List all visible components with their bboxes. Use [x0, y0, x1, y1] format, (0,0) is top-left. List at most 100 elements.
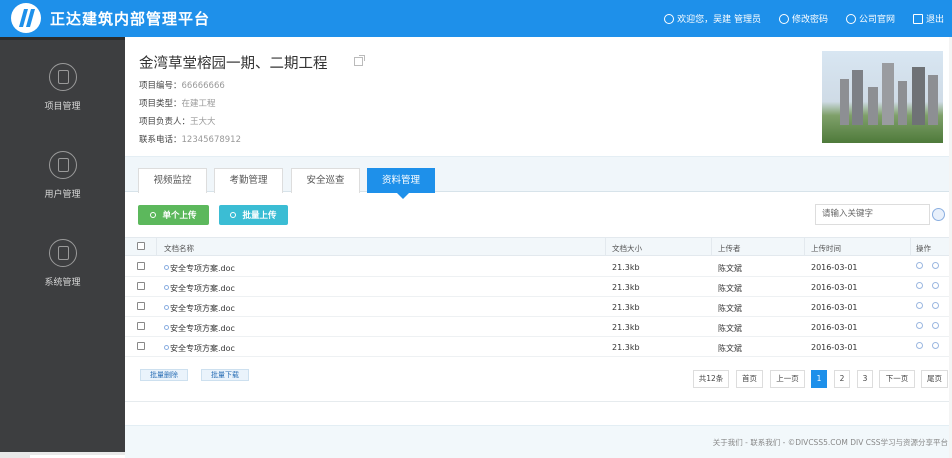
download-icon[interactable] — [916, 342, 923, 349]
project-number: 项目编号：66666666 — [139, 79, 225, 91]
batch-delete-button[interactable]: 批量删除 — [140, 369, 188, 381]
uploader-cell: 陈文斌 — [718, 344, 742, 353]
row-checkbox[interactable] — [137, 282, 145, 290]
delete-icon[interactable] — [932, 282, 939, 289]
logout-label: 退出 — [925, 15, 944, 25]
file-size-cell: 21.3kb — [612, 283, 640, 292]
table-header: 文档名称 文档大小 上传者 上传时间 操作 — [125, 237, 952, 256]
row-checkbox[interactable] — [137, 302, 145, 310]
user-icon — [48, 151, 77, 179]
select-all-checkbox[interactable] — [137, 242, 145, 250]
upload-time-cell: 2016-03-01 — [811, 323, 858, 332]
page-3-button[interactable]: 3 — [857, 370, 873, 388]
next-page-button[interactable]: 下一页 — [879, 370, 915, 388]
upload-time-cell: 2016-03-01 — [811, 263, 858, 272]
change-password-label: 修改密码 — [791, 15, 828, 25]
uploader-cell: 陈文斌 — [718, 284, 742, 293]
sidebar-item-label: 系统管理 — [44, 278, 81, 288]
batch-download-button[interactable]: 批量下载 — [201, 369, 249, 381]
row-checkbox[interactable] — [137, 342, 145, 350]
row-checkbox[interactable] — [137, 262, 145, 270]
download-icon[interactable] — [916, 282, 923, 289]
external-link-icon[interactable] — [354, 55, 365, 66]
sidebar-item-user-management[interactable]: 用户管理 — [0, 151, 125, 200]
last-page-button[interactable]: 尾页 — [921, 370, 948, 388]
user-greeting[interactable]: 欢迎您，吴建 管理员 — [664, 12, 761, 25]
column-divider — [910, 237, 911, 256]
header-name: 文档名称 — [164, 244, 194, 253]
file-icon — [164, 265, 169, 270]
first-page-button[interactable]: 首页 — [736, 370, 763, 388]
upload-icon — [230, 212, 237, 218]
field-label: 项目负责人： — [139, 117, 191, 127]
file-name-cell[interactable]: 安全专项方案.doc — [164, 343, 235, 354]
page-1-button[interactable]: 1 — [811, 370, 827, 388]
tab-bar: 视频监控 考勤管理 安全巡查 资料管理 — [125, 156, 952, 199]
uploader-cell: 陈文斌 — [718, 324, 742, 333]
file-name-cell[interactable]: 安全专项方案.doc — [164, 323, 235, 334]
row-checkbox[interactable] — [137, 322, 145, 330]
tab-attendance[interactable]: 考勤管理 — [214, 168, 283, 193]
table-row[interactable]: 安全专项方案.doc 21.3kb 陈文斌 2016-03-01 — [125, 337, 952, 357]
sidebar-item-project-management[interactable]: 项目管理 — [0, 63, 125, 112]
file-name-cell[interactable]: 安全专项方案.doc — [164, 303, 235, 314]
file-icon — [164, 305, 169, 310]
tab-safety-patrol[interactable]: 安全巡查 — [291, 168, 360, 193]
column-divider — [711, 237, 712, 256]
file-icon — [164, 345, 169, 350]
logout-link[interactable]: 退出 — [912, 12, 944, 25]
file-size-cell: 21.3kb — [612, 323, 640, 332]
delete-icon[interactable] — [932, 302, 939, 309]
single-upload-button[interactable]: 单个上传 — [138, 205, 209, 225]
tab-document-management[interactable]: 资料管理 — [367, 168, 435, 199]
sidebar-item-system-management[interactable]: 系统管理 — [0, 239, 125, 288]
divider — [125, 401, 952, 402]
project-type: 项目类型：在建工程 — [139, 97, 216, 109]
delete-icon[interactable] — [932, 262, 939, 269]
file-icon — [164, 285, 169, 290]
search-icon[interactable] — [930, 205, 946, 224]
change-password-link[interactable]: 修改密码 — [778, 12, 828, 25]
field-value: 12345678912 — [181, 135, 242, 145]
uploader-cell: 陈文斌 — [718, 304, 742, 313]
official-site-link[interactable]: 公司官网 — [845, 12, 895, 25]
page-2-button[interactable]: 2 — [834, 370, 850, 388]
upload-time-cell: 2016-03-01 — [811, 343, 858, 352]
table-row[interactable]: 安全专项方案.doc 21.3kb 陈文斌 2016-03-01 — [125, 297, 952, 317]
batch-upload-button[interactable]: 批量上传 — [219, 205, 288, 225]
download-icon[interactable] — [916, 322, 923, 329]
download-icon[interactable] — [916, 262, 923, 269]
search-input[interactable]: 请输入关键字 — [815, 204, 930, 225]
prev-page-button[interactable]: 上一页 — [770, 370, 805, 388]
upload-time-cell: 2016-03-01 — [811, 303, 858, 312]
file-name-cell[interactable]: 安全专项方案.doc — [164, 283, 235, 294]
delete-icon[interactable] — [932, 322, 939, 329]
top-links: 欢迎您，吴建 管理员 修改密码 公司官网 退出 — [664, 0, 944, 37]
logout-icon — [912, 13, 923, 24]
field-label: 联系电话： — [139, 135, 182, 145]
file-name-cell[interactable]: 安全专项方案.doc — [164, 263, 235, 274]
company-logo-icon — [11, 3, 41, 33]
file-size-cell: 21.3kb — [612, 303, 640, 312]
file-icon — [164, 325, 169, 330]
top-bar: 正达建筑内部管理平台 欢迎您，吴建 管理员 修改密码 公司官网 退出 — [0, 0, 952, 37]
table-row[interactable]: 安全专项方案.doc 21.3kb 陈文斌 2016-03-01 — [125, 257, 952, 277]
field-label: 项目编号： — [139, 81, 182, 91]
field-value: 在建工程 — [181, 99, 216, 109]
download-icon[interactable] — [916, 302, 923, 309]
delete-icon[interactable] — [932, 342, 939, 349]
footer-text[interactable]: 关于我们 - 联系我们 - ©DIVCSS5.COM DIV CSS学习与资源分… — [713, 437, 948, 448]
header-size: 文档大小 — [612, 244, 642, 253]
field-value: 王大大 — [190, 117, 216, 127]
upload-icon — [150, 212, 157, 218]
greeting-text: 欢迎您，吴建 管理员 — [677, 15, 761, 25]
official-site-label: 公司官网 — [858, 15, 895, 25]
project-phone: 联系电话：12345678912 — [139, 133, 241, 145]
table-row[interactable]: 安全专项方案.doc 21.3kb 陈文斌 2016-03-01 — [125, 317, 952, 337]
column-divider — [804, 237, 805, 256]
tab-video-monitoring[interactable]: 视频监控 — [138, 168, 207, 193]
table-row[interactable]: 安全专项方案.doc 21.3kb 陈文斌 2016-03-01 — [125, 277, 952, 297]
field-value: 66666666 — [181, 81, 225, 91]
total-count: 共12条 — [693, 370, 729, 388]
file-name: 安全专项方案.doc — [170, 264, 235, 273]
